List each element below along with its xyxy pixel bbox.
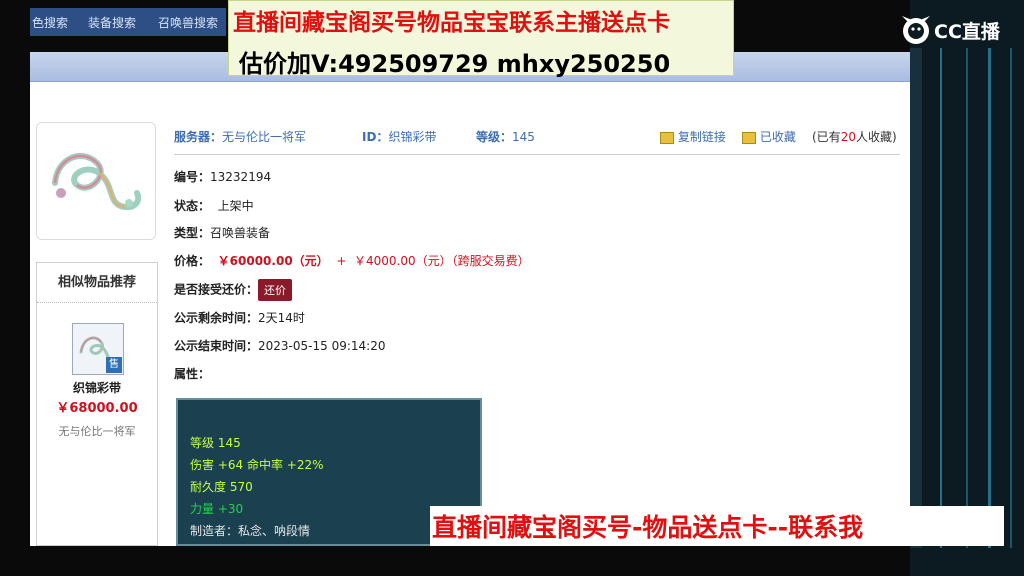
- right-side-panel: [910, 0, 1024, 576]
- copy-link-icon: [660, 131, 674, 144]
- for-sale-badge: 售: [106, 357, 122, 373]
- favorite-icon: [742, 131, 756, 144]
- attr-durability: 耐久度 570: [190, 480, 253, 494]
- attr-damage: 伤害 +64 命中率 +22%: [190, 458, 324, 472]
- similar-items-panel: 相似物品推荐 售 织锦彩带 ￥68000.00 无与伦比一将军: [36, 262, 158, 546]
- platform-logo-text: CC直播: [934, 21, 1000, 43]
- remaining-time-row: 公示剩余时间：2天14时: [174, 309, 305, 326]
- counter-offer-label: 是否接受还价：: [174, 282, 259, 297]
- top-nav: 色搜索 装备搜索 召唤兽搜索: [30, 8, 226, 36]
- overlay-top-line1: 直播间藏宝阁买号物品宝宝联系主播送点卡: [233, 10, 670, 36]
- remaining-time-value: 2天14时: [258, 311, 305, 325]
- server-value: 无与伦比一将军: [222, 130, 307, 144]
- type-row: 类型：召唤兽装备: [174, 224, 270, 241]
- status-label: 状态：: [174, 199, 211, 213]
- price-row: 价格： ￥60000.00（元） + ￥4000.00（元）（跨服交易费）: [174, 252, 530, 269]
- nav-pet-search[interactable]: 召唤兽搜索: [158, 14, 218, 31]
- stream-overlay-top-banner: 直播间藏宝阁买号物品宝宝联系主播送点卡 估价加V:492509729 mhxy2…: [228, 0, 734, 78]
- price-label: 价格：: [174, 254, 211, 268]
- id-value: 织锦彩带: [388, 130, 437, 144]
- nav-role-search[interactable]: 色搜索: [32, 14, 68, 31]
- overlay-top-line2: 估价加V:492509729 mhxy250250: [239, 50, 671, 78]
- price-value: ￥60000.00（元）: [217, 254, 329, 268]
- item-info-row: 服务器：无与伦比一将军 ID：织锦彩带 等级：145 复制链接 已收藏 (已有2…: [174, 126, 900, 146]
- number-row: 编号：13232194: [174, 168, 271, 185]
- similar-item-name[interactable]: 织锦彩带: [37, 379, 157, 396]
- counter-offer-button[interactable]: 还价: [258, 279, 293, 301]
- cross-server-fee: ￥4000.00（元）（跨服交易费）: [354, 254, 530, 268]
- similar-item-server: 无与伦比一将军: [58, 425, 136, 438]
- attr-maker: 制造者：私念、呐段情: [190, 524, 311, 538]
- stream-frame: 色搜索 装备搜索 召唤兽搜索 CC直播 相似物品推荐 售 织锦彩带 ￥68000…: [0, 0, 1024, 576]
- status-value: 上架中: [217, 199, 254, 213]
- item-thumbnail[interactable]: [36, 122, 156, 240]
- copy-link-label: 复制链接: [677, 130, 726, 144]
- attr-strength: 力量 +30: [190, 502, 244, 516]
- info-divider: [174, 154, 900, 155]
- similar-items-title: 相似物品推荐: [37, 263, 157, 303]
- id-info: ID：织锦彩带: [362, 128, 436, 145]
- favorite-button[interactable]: 已收藏: [742, 128, 796, 145]
- stream-overlay-bottom-banner: 直播间藏宝阁买号-物品送点卡--联系我: [430, 506, 1004, 546]
- similar-item-price: ￥68000.00: [56, 401, 138, 416]
- favorite-label: 已收藏: [759, 130, 796, 144]
- id-label: ID：: [362, 130, 389, 144]
- end-time-value: 2023-05-15 09:14:20: [258, 339, 386, 353]
- type-value: 召唤兽装备: [210, 226, 271, 240]
- level-value: 145: [512, 130, 535, 144]
- price-plus: +: [336, 254, 347, 268]
- copy-link-button[interactable]: 复制链接: [660, 128, 726, 145]
- attr-level: 等级 145: [190, 436, 241, 450]
- number-value: 13232194: [210, 170, 272, 184]
- type-label: 类型：: [174, 226, 211, 240]
- level-label: 等级：: [476, 130, 513, 144]
- level-info: 等级：145: [476, 128, 535, 145]
- end-time-label: 公示结束时间：: [174, 339, 259, 353]
- number-label: 编号：: [174, 170, 211, 184]
- attributes-row: 属性：: [174, 365, 210, 382]
- remaining-time-label: 公示剩余时间：: [174, 311, 259, 325]
- nav-equipment-search[interactable]: 装备搜索: [88, 14, 136, 31]
- favorite-count: (已有20人收藏): [812, 128, 897, 145]
- similar-item-thumbnail[interactable]: 售: [72, 323, 124, 375]
- status-row: 状态： 上架中: [174, 197, 254, 214]
- server-info: 服务器：无与伦比一将军: [174, 128, 306, 145]
- fav-count-number: 20: [840, 130, 856, 144]
- overlay-bottom-text: 直播间藏宝阁买号-物品送点卡--联系我: [432, 513, 864, 542]
- counter-offer-row: 是否接受还价： 还价: [174, 279, 293, 301]
- fav-suffix: 人收藏): [855, 130, 897, 144]
- end-time-row: 公示结束时间：2023-05-15 09:14:20: [174, 337, 385, 354]
- ribbon-image-icon: [52, 152, 142, 211]
- fav-prefix: (已有: [812, 130, 841, 144]
- server-label: 服务器：: [174, 130, 223, 144]
- attributes-label: 属性：: [174, 367, 211, 381]
